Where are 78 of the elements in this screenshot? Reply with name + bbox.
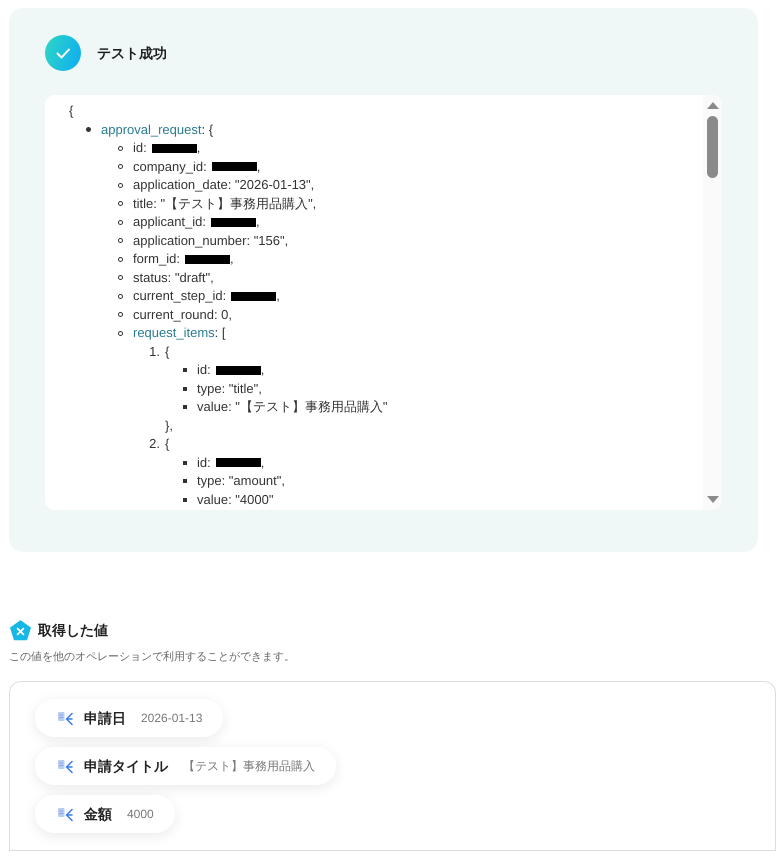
- bullet-icon: [183, 498, 187, 502]
- json-line: id:: [197, 361, 211, 379]
- json-line: current_round: 0,: [133, 306, 232, 324]
- bullet-icon: [118, 275, 123, 280]
- bullet-icon: [183, 368, 187, 372]
- document-arrow-icon: [57, 758, 73, 774]
- bullet-icon: [118, 220, 123, 225]
- json-line: company_id:: [133, 158, 207, 176]
- bullet-icon: [183, 405, 187, 410]
- bullet-icon: [86, 127, 91, 132]
- redaction-bar: [211, 218, 256, 227]
- json-line: type: "amount",: [197, 472, 285, 490]
- variable-x-icon: [10, 620, 31, 641]
- json-punctuation: : [: [214, 324, 226, 342]
- check-icon: [45, 35, 81, 71]
- json-punctuation: : {: [201, 120, 214, 139]
- value-chip[interactable]: 金額 4000: [35, 795, 175, 833]
- json-line: status: "draft",: [133, 268, 214, 286]
- chip-label: 申請タイトル: [84, 756, 168, 776]
- bullet-icon: [118, 182, 123, 188]
- value-chip[interactable]: 申請タイトル 【テスト】事務用品購入: [35, 747, 336, 785]
- section-title: 取得した値: [38, 621, 108, 640]
- json-punctuation: ,: [276, 287, 280, 305]
- chip-value: 2026-01-13: [141, 710, 202, 727]
- json-line: applicant_id:: [133, 213, 206, 231]
- json-punctuation: ,: [256, 158, 260, 176]
- bullet-icon: [118, 330, 123, 336]
- redaction-bar: [216, 458, 261, 468]
- redaction-bar: [231, 292, 276, 301]
- scroll-up-icon[interactable]: [706, 102, 718, 109]
- json-punctuation: ,: [260, 454, 264, 472]
- redaction-bar: [212, 162, 257, 172]
- json-punctuation: ,: [196, 139, 200, 157]
- list-number: 1.: [149, 342, 160, 360]
- bullet-icon: [183, 479, 187, 484]
- json-punctuation: ,: [256, 213, 260, 231]
- bullet-icon: [118, 312, 123, 318]
- json-line: value: "【テスト】事務用品購入": [197, 398, 388, 416]
- bullet-icon: [118, 294, 123, 299]
- document-arrow-icon: [57, 806, 73, 822]
- json-line: form_id:: [133, 250, 180, 268]
- bullet-icon: [183, 460, 187, 465]
- section-description: この値を他のオペレーションで利用することができます。: [9, 650, 296, 665]
- json-line: type: "title",: [197, 380, 262, 398]
- bullet-icon: [118, 238, 123, 244]
- json-line: value: "4000": [197, 490, 274, 508]
- scroll-down-icon[interactable]: [706, 496, 718, 503]
- bullet-icon: [118, 146, 123, 151]
- json-punctuation: ,: [260, 361, 264, 379]
- chip-label: 金額: [84, 804, 112, 824]
- bullet-icon: [118, 201, 123, 206]
- status-title: テスト成功: [97, 44, 167, 62]
- redaction-bar: [152, 144, 197, 153]
- json-line: id:: [197, 454, 211, 472]
- json-punctuation: ,: [230, 250, 234, 268]
- json-line: id:: [133, 139, 147, 157]
- chip-label: 申請日: [84, 708, 126, 728]
- json-punctuation: {: [69, 102, 74, 120]
- json-punctuation: {: [165, 435, 170, 453]
- value-chip[interactable]: 申請日 2026-01-13: [35, 699, 224, 737]
- bullet-icon: [118, 256, 123, 262]
- json-line: current_step_id:: [133, 287, 226, 305]
- json-key: approval_request: [101, 120, 202, 139]
- chip-value: 【テスト】事務用品購入: [183, 758, 315, 775]
- json-key: request_items: [133, 324, 215, 342]
- json-line: application_date: "2026-01-13",: [133, 176, 314, 194]
- json-punctuation: {: [165, 342, 170, 361]
- chip-value: 4000: [127, 806, 154, 823]
- bullet-icon: [118, 164, 123, 170]
- scrollbar-thumb[interactable]: [707, 116, 718, 178]
- document-arrow-icon: [57, 710, 73, 726]
- redaction-bar: [184, 254, 230, 264]
- json-line: title: "【テスト】事務用品購入",: [133, 194, 316, 212]
- list-number: 2.: [149, 435, 160, 453]
- json-punctuation: },: [165, 416, 173, 435]
- bullet-icon: [183, 386, 187, 391]
- redaction-bar: [216, 366, 261, 375]
- json-line: application_number: "156",: [133, 232, 288, 250]
